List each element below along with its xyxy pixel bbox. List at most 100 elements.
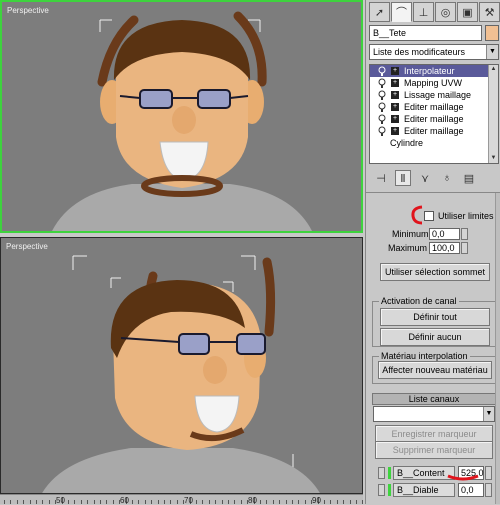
chevron-down-icon: ▼	[486, 45, 498, 59]
minimum-field[interactable]: 0,0	[429, 228, 460, 240]
expand-icon[interactable]: +	[391, 91, 399, 99]
panel-scrollbar[interactable]	[495, 193, 500, 504]
stack-scrollbar[interactable]: ▲ ▼	[488, 65, 498, 163]
define-all-button[interactable]: Définir tout	[380, 308, 490, 326]
modifier-stack-item[interactable]: + Lissage maillage	[370, 89, 498, 101]
time-ruler[interactable]: 5060708090100	[0, 494, 389, 505]
ruler-tick	[286, 500, 287, 504]
channel-value-spinner[interactable]	[485, 466, 492, 480]
annotation-red-underline	[447, 474, 479, 481]
channel-list-rollout-header[interactable]: Liste canaux	[372, 393, 496, 405]
modifier-stack-label: Lissage maillage	[404, 90, 472, 100]
annotation-red-mark	[411, 205, 423, 225]
minimum-spinner[interactable]	[461, 228, 468, 240]
channel-value-field[interactable]: 0,0	[458, 483, 484, 497]
ruler-tick	[356, 500, 357, 504]
expand-icon[interactable]: +	[391, 67, 399, 75]
ruler-tick	[279, 500, 280, 504]
utilities-tab-icon[interactable]: ⚒	[479, 2, 500, 22]
use-vertex-selection-button[interactable]: Utiliser sélection sommet	[380, 263, 490, 281]
command-panel: ➚ ⌒ ⊥ ◎ ▣ ⚒ B__Tete Liste des modificate…	[365, 0, 500, 504]
ruler-tick	[164, 500, 165, 504]
ruler-tick	[292, 500, 293, 504]
ruler-tick	[100, 500, 101, 504]
ruler-tick	[94, 500, 95, 504]
delete-marker-button[interactable]: Supprimer marqueur	[375, 441, 493, 459]
ruler-tick	[81, 500, 82, 504]
create-tab-cursor-icon[interactable]: ➚	[369, 2, 390, 22]
ruler-tick	[241, 500, 242, 504]
channel-active-indicator	[388, 484, 391, 496]
expand-icon[interactable]: +	[391, 103, 399, 111]
modifier-stack-item[interactable]: + Interpolateur	[370, 65, 498, 77]
expand-icon[interactable]: +	[391, 115, 399, 123]
maximum-label: Maximum :	[388, 243, 433, 253]
pin-stack-icon[interactable]: ⊣	[373, 170, 389, 186]
character-head-render-bottom	[42, 255, 320, 493]
channel-row: B__Diable 0,0	[370, 483, 496, 497]
modifier-stack-item[interactable]: + Mapping UVW	[370, 77, 498, 89]
maximum-field[interactable]: 100,0	[429, 242, 460, 254]
modifier-stack-label: Cylindre	[390, 138, 424, 148]
ruler-tick	[266, 500, 267, 504]
show-end-result-icon[interactable]: Ⅱ	[395, 170, 411, 186]
ruler-tick	[350, 500, 351, 504]
chevron-down-icon: ▼	[483, 407, 494, 421]
lightbulb-icon[interactable]	[378, 66, 386, 76]
ruler-tick	[215, 500, 216, 504]
modifier-stack-item[interactable]: Cylindre	[370, 137, 498, 149]
ruler-tick	[202, 500, 203, 504]
expand-icon[interactable]: +	[391, 79, 399, 87]
modify-tab-curve-icon[interactable]: ⌒	[391, 2, 412, 22]
lightbulb-icon[interactable]	[378, 114, 386, 124]
make-unique-icon[interactable]: ⋎	[417, 170, 433, 186]
channel-list-dropdown[interactable]: ▼	[373, 406, 495, 422]
ruler-tick	[132, 500, 133, 504]
expand-icon[interactable]: +	[391, 127, 399, 135]
channel-spinner[interactable]	[378, 467, 385, 479]
display-tab-icon[interactable]: ▣	[457, 2, 478, 22]
lightbulb-icon[interactable]	[378, 78, 386, 88]
ruler-tick	[273, 500, 274, 504]
ruler-tick	[30, 500, 31, 504]
hierarchy-tab-icon[interactable]: ⊥	[413, 2, 434, 22]
ruler-tick	[113, 500, 114, 504]
scroll-up-icon[interactable]: ▲	[489, 65, 498, 74]
remove-modifier-icon[interactable]: ♁	[439, 170, 455, 186]
modifier-stack[interactable]: + Interpolateur + Mapping UVW + Lissage maill…	[369, 64, 499, 164]
define-none-button[interactable]: Définir aucun	[380, 328, 490, 346]
channel-value-spinner[interactable]	[485, 483, 492, 497]
ruler-tick	[260, 500, 261, 504]
viewport-perspective-bottom[interactable]: Perspective	[0, 237, 363, 494]
object-name-field[interactable]: B__Tete	[369, 25, 482, 41]
stack-toolbar: ⊣ Ⅱ ⋎ ♁ ▤	[369, 168, 499, 188]
modifier-stack-label: Editer maillage	[404, 114, 464, 124]
ruler-tick	[337, 500, 338, 504]
channel-spinner[interactable]	[378, 484, 385, 496]
modifier-stack-item[interactable]: + Editer maillage	[370, 113, 498, 125]
ruler-tick	[68, 500, 69, 504]
lightbulb-icon[interactable]	[378, 90, 386, 100]
channel-activation-title: Activation de canal	[379, 296, 459, 306]
object-color-swatch[interactable]	[485, 25, 499, 41]
lightbulb-icon[interactable]	[378, 126, 386, 136]
assign-new-material-button[interactable]: Affecter nouveau matériau	[378, 361, 492, 379]
ruler-tick	[298, 500, 299, 504]
lightbulb-icon[interactable]	[378, 102, 386, 112]
ruler-tick	[324, 500, 325, 504]
configure-sets-icon[interactable]: ▤	[461, 170, 477, 186]
scroll-down-icon[interactable]: ▼	[489, 154, 498, 163]
modifier-stack-label: Editer maillage	[404, 126, 464, 136]
ruler-tick	[234, 500, 235, 504]
modifier-stack-item[interactable]: + Editer maillage	[370, 125, 498, 137]
viewport-perspective-top[interactable]: Perspective	[0, 0, 363, 233]
motion-tab-icon[interactable]: ◎	[435, 2, 456, 22]
divider	[366, 192, 500, 193]
panel-tabs: ➚ ⌒ ⊥ ◎ ▣ ⚒	[369, 2, 500, 22]
maximum-spinner[interactable]	[461, 242, 468, 254]
ruler-tick	[151, 500, 152, 504]
modifier-list-dropdown[interactable]: Liste des modificateurs ▼	[369, 44, 499, 60]
channel-name-button[interactable]: B__Diable	[393, 483, 455, 497]
modifier-stack-item[interactable]: + Editer maillage	[370, 101, 498, 113]
ruler-tick	[170, 500, 171, 504]
